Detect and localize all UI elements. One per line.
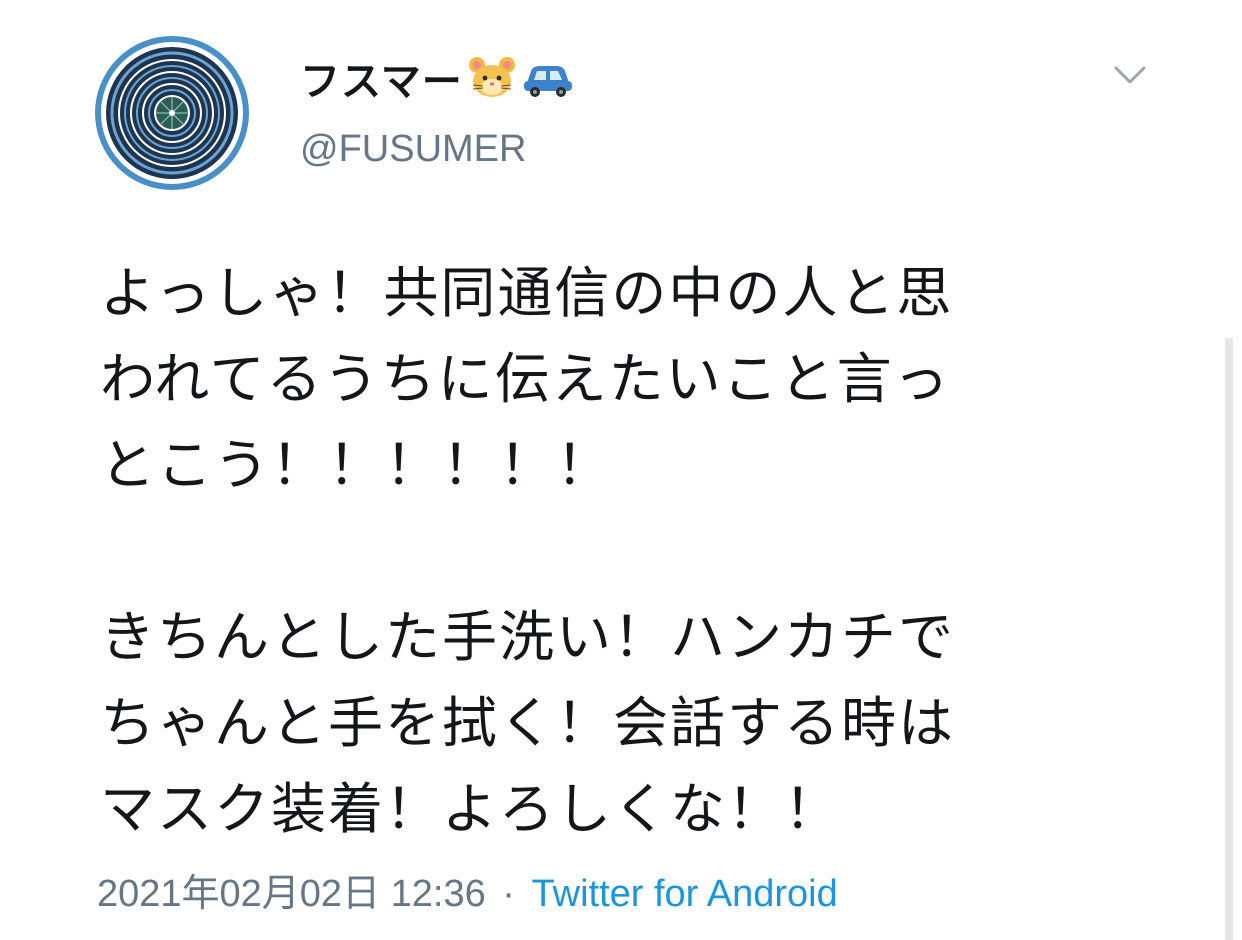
car-emoji (523, 66, 572, 97)
user-handle[interactable]: @FUSUMER (300, 128, 526, 171)
tweet-timestamp[interactable]: 2021年02月02日 12:36 (97, 873, 486, 915)
tweet-card: フスマー @FUSUMER よっしゃ！共同通信の中の人と思 われてるうちに伝えた… (0, 0, 1242, 940)
user-name-row[interactable]: フスマー (300, 48, 575, 108)
chevron-down-icon[interactable] (1110, 60, 1150, 90)
tweet-text: よっしゃ！共同通信の中の人と思 われてるうちに伝えたいこと言っ とこう！！！！！… (100, 250, 1160, 852)
tweet-paragraph: きちんとした手洗い！ハンカチで ちゃんと手を拭く！会話する時は マスク装着！よろ… (100, 594, 1160, 852)
avatar[interactable] (94, 35, 250, 191)
tweet-meta: 2021年02月02日 12:36 · Twitter for Android (97, 862, 838, 917)
tweet-line: ちゃんと手を拭く！会話する時は (100, 691, 956, 755)
tweet-source-link[interactable]: Twitter for Android (532, 873, 838, 915)
scrollbar[interactable] (1225, 338, 1233, 940)
tweet-line: われてるうちに伝えたいこと言っ (100, 347, 951, 411)
hamster-face-emoji (468, 57, 515, 97)
tweet-line: よっしゃ！共同通信の中の人と思 (100, 261, 954, 325)
tweet-line: とこう！！！！！！ (100, 433, 614, 497)
meta-separator: · (502, 873, 515, 915)
tweet-line: マスク装着！よろしくな！！ (100, 777, 842, 841)
display-name[interactable]: フスマー (300, 49, 463, 107)
tweet-paragraph: よっしゃ！共同通信の中の人と思 われてるうちに伝えたいこと言っ とこう！！！！！… (100, 250, 1160, 508)
tweet-line: きちんとした手洗い！ハンカチで (100, 605, 956, 669)
